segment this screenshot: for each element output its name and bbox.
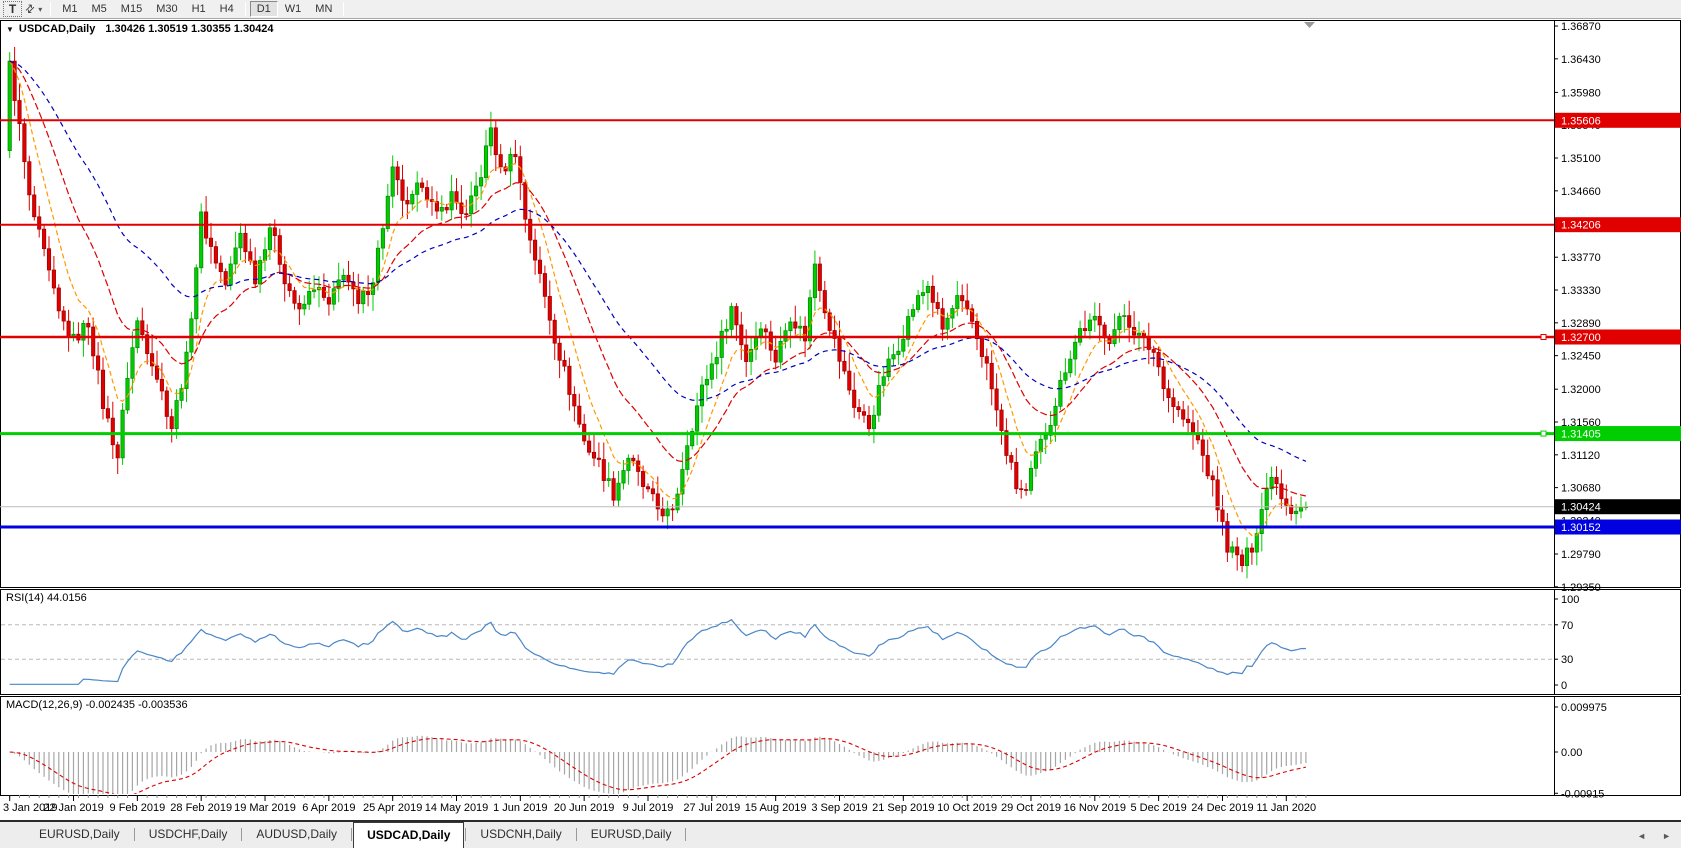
ma-line-8	[10, 61, 1306, 535]
rsi-tick-label: 0	[1561, 680, 1567, 692]
price-tick-label: 1.32890	[1561, 318, 1601, 330]
tab-eurusd-daily-0[interactable]: EURUSD,Daily	[26, 822, 133, 848]
timeframe-button-m5[interactable]: M5	[85, 1, 114, 17]
price-badge-label: 1.34206	[1561, 220, 1601, 232]
timeframe-button-d1[interactable]: D1	[250, 1, 278, 17]
toolbar-separator	[343, 2, 344, 16]
price-tick-label: 1.32000	[1561, 384, 1601, 396]
chart-tab-bar: EURUSD,DailyUSDCHF,DailyAUDUSD,DailyUSDC…	[0, 820, 1681, 848]
price-tick-label: 1.32450	[1561, 351, 1601, 363]
cursor-tool-button[interactable]: ⇄ ▾	[22, 1, 46, 17]
rsi-indicator-label: RSI(14) 44.0156	[6, 592, 87, 604]
timeframe-button-h4[interactable]: H4	[213, 1, 241, 17]
price-tick-label: 1.35980	[1561, 87, 1601, 99]
toolbar-separator	[50, 2, 51, 16]
timeframe-button-w1[interactable]: W1	[278, 1, 309, 17]
price-tick-label: 1.29350	[1561, 582, 1601, 594]
timeframe-button-m30[interactable]: M30	[149, 1, 184, 17]
price-badge-label: 1.31405	[1561, 429, 1601, 441]
price-badge-label: 1.30152	[1561, 522, 1601, 534]
timeframe-button-group: M1M5M15M30H1H4 D1W1MN	[55, 1, 348, 17]
timeframe-button-mn[interactable]: MN	[308, 1, 339, 17]
rsi-line	[10, 620, 1306, 685]
chart-canvas[interactable]: 1.368701.364301.359801.355401.351001.346…	[0, 0, 1681, 848]
chevron-down-icon: ▾	[38, 5, 42, 14]
toolbar-separator	[245, 2, 246, 16]
rsi-tick-label: 70	[1561, 620, 1573, 632]
rsi-tick-label: 100	[1561, 594, 1579, 606]
price-tick-label: 1.29790	[1561, 549, 1601, 561]
ma-line-21	[10, 61, 1306, 496]
tab-separator	[685, 828, 686, 841]
hline-handle[interactable]	[1541, 334, 1546, 339]
tab-separator	[465, 828, 466, 841]
tab-separator	[241, 828, 242, 841]
price-tick-label: 1.30680	[1561, 483, 1601, 495]
macd-tick-label: 0.009975	[1561, 702, 1607, 714]
chart-tabs: EURUSD,DailyUSDCHF,DailyAUDUSD,DailyUSDC…	[0, 822, 1681, 848]
timeframe-button-m1[interactable]: M1	[55, 1, 84, 17]
hline-handle[interactable]	[1541, 431, 1546, 436]
tab-eurusd-daily-5[interactable]: EURUSD,Daily	[578, 822, 685, 848]
chart-ohlc-values: 1.30426 1.30519 1.30355 1.30424	[105, 23, 273, 35]
text-tool-button[interactable]: T	[3, 1, 22, 17]
tab-audusd-daily-2[interactable]: AUDUSD,Daily	[243, 822, 350, 848]
timeframe-button-m15[interactable]: M15	[114, 1, 149, 17]
price-badge-label: 1.32700	[1561, 332, 1601, 344]
tab-separator	[134, 828, 135, 841]
rsi-tick-label: 30	[1561, 654, 1573, 666]
price-tick-label: 1.35100	[1561, 153, 1601, 165]
price-tick-label: 1.36430	[1561, 54, 1601, 66]
macd-indicator-label: MACD(12,26,9) -0.002435 -0.003536	[6, 699, 188, 711]
tab-usdchf-daily-1[interactable]: USDCHF,Daily	[136, 822, 241, 848]
tab-usdcnh-daily-4[interactable]: USDCNH,Daily	[467, 822, 574, 848]
collapse-icon[interactable]: ▼	[6, 25, 14, 34]
toolbar: T ⇄ ▾ M1M5M15M30H1H4 D1W1MN	[0, 0, 1681, 19]
price-tick-label: 1.33770	[1561, 252, 1601, 264]
price-badge-label: 1.30424	[1561, 502, 1601, 514]
tab-scroll-right-icon[interactable]: ►	[1662, 831, 1671, 841]
macd-histogram	[10, 736, 1306, 801]
tab-scroll-left-icon[interactable]: ◄	[1637, 831, 1646, 841]
tab-separator	[351, 828, 352, 841]
price-tick-label: 1.36870	[1561, 21, 1601, 33]
timeframe-button-h1[interactable]: H1	[185, 1, 213, 17]
tab-separator	[576, 828, 577, 841]
price-badge-label: 1.35606	[1561, 115, 1601, 127]
price-tick-label: 1.33330	[1561, 285, 1601, 297]
chart-title: USDCAD,Daily	[19, 23, 95, 35]
chart-header: ▼ USDCAD,Daily 1.30426 1.30519 1.30355 1…	[6, 23, 274, 35]
chart-shift-icon[interactable]	[1304, 22, 1315, 28]
price-tick-label: 1.31120	[1561, 450, 1600, 462]
macd-tick-label: 0.00	[1561, 747, 1582, 759]
macd-tick-label: -0.00915	[1561, 788, 1604, 800]
tab-usdcad-daily-3[interactable]: USDCAD,Daily	[353, 822, 464, 848]
price-tick-label: 1.34660	[1561, 186, 1601, 198]
mt4-window: T ⇄ ▾ M1M5M15M30H1H4 D1W1MN 1.36870 1.3643…	[0, 0, 1681, 848]
cursor-tool-icon: ⇄	[23, 2, 37, 16]
